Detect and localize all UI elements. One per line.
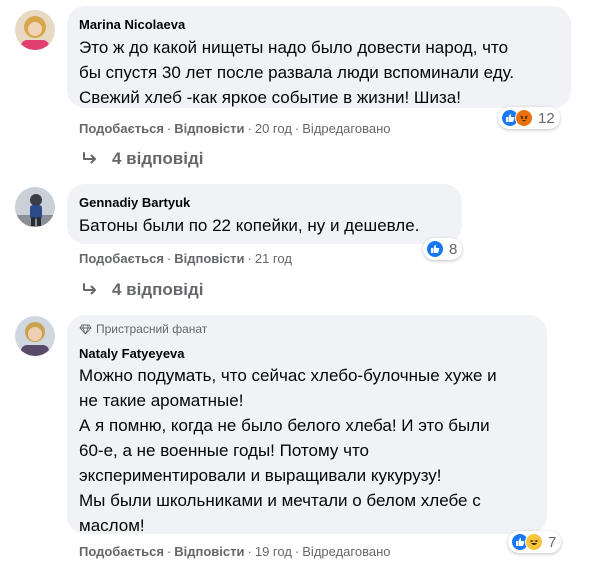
comment-bubble: Пристрасний фанат Nataly Fatyeyeva Можно… <box>67 315 547 535</box>
comment-actions: Подобається · Відповісти · 21 год <box>79 251 292 266</box>
reaction-summary[interactable]: 7 <box>508 531 562 553</box>
view-replies-button[interactable]: 4 відповіді <box>82 280 203 300</box>
reply-button[interactable]: Відповісти <box>174 121 244 136</box>
diamond-icon <box>79 324 92 334</box>
avatar[interactable] <box>15 187 55 227</box>
comment-bubble: Gennadiy Bartyuk Батоны были по 22 копей… <box>67 184 462 244</box>
view-replies-button[interactable]: 4 відповіді <box>82 149 203 169</box>
edited-label: Відредаговано <box>302 544 391 559</box>
comment-author[interactable]: Gennadiy Bartyuk <box>79 194 450 211</box>
comment-bubble: Marina Nicolaeva Это ж до какой нищеты н… <box>67 6 571 108</box>
comment-actions: Подобається · Відповісти · 20 год · Відредагов… <box>79 121 391 136</box>
reply-arrow-icon <box>83 283 96 295</box>
reaction-count: 8 <box>449 240 458 258</box>
reply-button[interactable]: Відповісти <box>174 544 244 559</box>
comment-author[interactable]: Nataly Fatyeyeva <box>79 345 535 362</box>
reply-arrow-icon <box>83 152 96 164</box>
reaction-summary[interactable]: 8 <box>423 238 463 260</box>
comment-text: Батоны были по 22 копейки, ну и дешевле. <box>79 216 420 235</box>
reaction-count: 12 <box>538 109 555 127</box>
comment-time[interactable]: 21 год <box>255 251 292 266</box>
like-button[interactable]: Подобається <box>79 544 164 559</box>
reply-button[interactable]: Відповісти <box>174 251 244 266</box>
comment-actions: Подобається · Відповісти · 19 год · Відредагов… <box>79 544 391 559</box>
like-reaction-icon <box>426 240 444 258</box>
reaction-count: 7 <box>548 533 557 551</box>
like-button[interactable]: Подобається <box>79 251 164 266</box>
reaction-summary[interactable]: 12 <box>498 107 560 129</box>
angry-reaction-icon <box>515 109 533 127</box>
comment-time[interactable]: 20 год <box>255 121 292 136</box>
like-button[interactable]: Подобається <box>79 121 164 136</box>
edited-label: Відредаговано <box>302 121 391 136</box>
haha-reaction-icon <box>525 533 543 551</box>
avatar[interactable] <box>15 10 55 50</box>
comment-author[interactable]: Marina Nicolaeva <box>79 16 559 33</box>
comment-time[interactable]: 19 год <box>255 544 292 559</box>
comment-text: Можно подумать, что сейчас хлебо-булочны… <box>79 366 497 535</box>
comment-text: Это ж до какой нищеты надо было довести … <box>79 38 515 107</box>
avatar[interactable] <box>15 316 55 356</box>
top-fan-badge[interactable]: Пристрасний фанат <box>79 321 535 337</box>
